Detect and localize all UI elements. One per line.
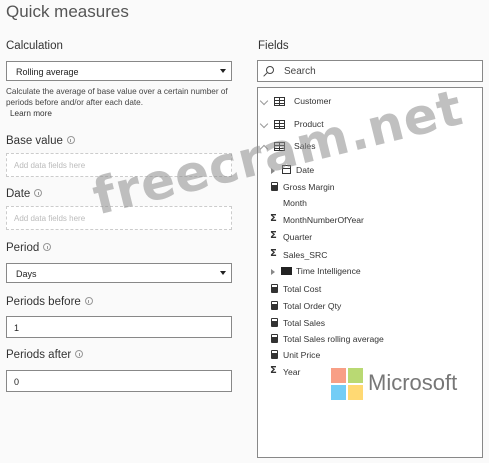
- period-label-text: Period: [6, 242, 40, 254]
- field-item-sales-src[interactable]: Sales_SRC: [283, 250, 327, 260]
- periods-before-input[interactable]: 1: [6, 316, 232, 338]
- calculation-dropdown[interactable]: Rolling average: [6, 61, 232, 81]
- field-item-total-order-qty[interactable]: Total Order Qty: [283, 301, 341, 311]
- logo-square-red: [331, 368, 346, 383]
- microsoft-logo: [331, 368, 363, 400]
- field-item-total-sales[interactable]: Total Sales: [283, 318, 325, 328]
- folder-icon: [281, 267, 292, 275]
- logo-square-yellow: [348, 385, 363, 400]
- periods-after-label: Periods after: [6, 349, 84, 361]
- search-placeholder: Search: [284, 66, 316, 77]
- date-label: Date: [6, 188, 43, 200]
- info-icon[interactable]: [66, 136, 75, 144]
- periods-after-input[interactable]: 0: [6, 370, 232, 392]
- date-label-text: Date: [6, 188, 31, 200]
- period-value: Days: [16, 269, 37, 279]
- table-icon: [274, 97, 285, 106]
- microsoft-wordmark: Microsoft: [368, 370, 458, 395]
- calculation-description: Calculate the average of base value over…: [6, 87, 228, 107]
- calculator-icon: [271, 334, 278, 343]
- sigma-icon: Σ: [270, 365, 277, 376]
- field-item-quarter[interactable]: Quarter: [283, 232, 312, 242]
- logo-square-blue: [331, 385, 346, 400]
- periods-before-label: Periods before: [6, 296, 93, 308]
- fields-label: Fields: [258, 40, 289, 52]
- logo-square-green: [348, 368, 363, 383]
- calculation-value: Rolling average: [16, 67, 79, 77]
- calculator-icon: [271, 301, 278, 310]
- calculator-icon: [271, 284, 278, 293]
- sigma-icon: Σ: [270, 213, 277, 224]
- periods-after-label-text: Periods after: [6, 349, 72, 361]
- calculator-icon: [271, 350, 278, 359]
- sigma-icon: Σ: [270, 248, 277, 259]
- field-item-customer[interactable]: Customer: [294, 96, 331, 106]
- base-value-label-text: Base value: [6, 135, 63, 147]
- period-dropdown[interactable]: Days: [6, 263, 232, 283]
- field-item-unit-price[interactable]: Unit Price: [283, 350, 320, 360]
- field-item-time-intelligence[interactable]: Time Intelligence: [296, 266, 361, 276]
- info-icon[interactable]: [84, 297, 93, 305]
- sigma-icon: Σ: [270, 230, 277, 241]
- expand-icon[interactable]: [271, 269, 275, 275]
- field-item-total-sales-rolling-average[interactable]: Total Sales rolling average: [283, 334, 384, 344]
- field-item-total-cost[interactable]: Total Cost: [283, 284, 321, 294]
- period-label: Period: [6, 242, 52, 254]
- learn-more-link[interactable]: Learn more: [10, 109, 52, 118]
- field-item-gross-margin[interactable]: Gross Margin: [283, 182, 335, 192]
- chevron-down-icon: [220, 69, 226, 73]
- field-item-year[interactable]: Year: [283, 367, 300, 377]
- field-item-monthnumberofyear[interactable]: MonthNumberOfYear: [283, 215, 364, 225]
- calculation-label: Calculation: [6, 40, 63, 52]
- chevron-down-icon: [220, 271, 226, 275]
- dialog-title: Quick measures: [6, 2, 129, 21]
- search-icon: [266, 66, 274, 74]
- calculator-icon: [271, 318, 278, 327]
- field-item-month[interactable]: Month: [283, 198, 307, 208]
- info-icon[interactable]: [34, 189, 43, 197]
- base-value-label: Base value: [6, 135, 75, 147]
- info-icon[interactable]: [43, 243, 52, 251]
- periods-before-label-text: Periods before: [6, 296, 81, 308]
- info-icon[interactable]: [75, 350, 84, 358]
